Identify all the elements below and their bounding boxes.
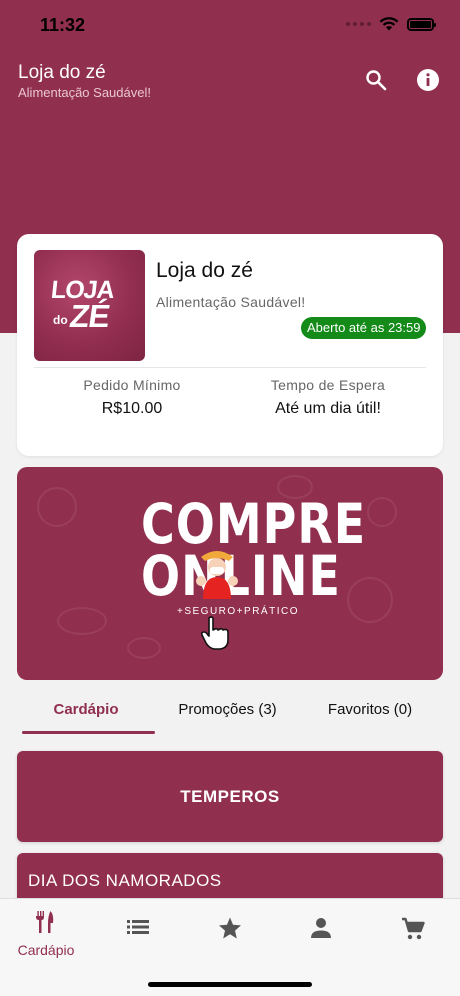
nav-cardapio-label: Cardápio: [17, 942, 75, 958]
category-card-temperos[interactable]: TEMPEROS: [17, 751, 443, 842]
nav-favorites[interactable]: [200, 917, 260, 944]
doodle-decoration: [347, 577, 393, 623]
wait-time-label: Tempo de Espera: [270, 377, 386, 393]
app-header: Loja do zé Alimentação Saudável!: [18, 62, 151, 100]
min-order-stat: Pedido Mínimo R$10.00: [42, 377, 222, 418]
wait-time-stat: Tempo de Espera Até um dia útil!: [238, 377, 418, 418]
tab-promocoes[interactable]: Promoções (3): [155, 685, 300, 733]
logo-text-ze: ZÉ: [67, 298, 112, 334]
store-logo: LOJA do ZÉ: [34, 250, 145, 361]
banner-tagline: +SEGURO+PRÁTICO: [177, 606, 299, 617]
min-order-value: R$10.00: [101, 400, 163, 417]
status-time: 11:32: [40, 15, 86, 35]
utensils-icon: [36, 911, 54, 933]
nav-cardapio[interactable]: Cardápio: [16, 911, 76, 958]
store-tagline: Alimentação Saudável!: [156, 294, 306, 310]
logo-text-do: do: [53, 313, 68, 327]
doodle-decoration: [127, 637, 161, 659]
open-status-badge: Aberto até as 23:59: [301, 317, 427, 339]
min-order-label: Pedido Mínimo: [83, 377, 181, 393]
search-icon: [366, 70, 387, 91]
tab-favoritos[interactable]: Favoritos (0): [300, 685, 440, 733]
info-button[interactable]: [414, 66, 442, 94]
doodle-decoration: [37, 487, 77, 527]
doodle-decoration: [367, 497, 397, 527]
tab-cardapio[interactable]: Cardápio: [17, 685, 155, 733]
page-subtitle: Alimentação Saudável!: [18, 85, 151, 100]
wifi-icon: [379, 17, 399, 31]
list-icon: [127, 920, 149, 934]
home-indicator: [148, 982, 312, 987]
wait-time-value: Até um dia útil!: [275, 400, 381, 417]
nav-cart[interactable]: [383, 917, 443, 946]
search-button[interactable]: [362, 66, 390, 94]
active-tab-indicator: [22, 731, 155, 734]
promo-banner[interactable]: COMPRE ONLINE +SEGURO+PRÁTICO: [17, 467, 443, 680]
person-icon: [311, 918, 331, 938]
store-info-card: LOJA do ZÉ Loja do zé Alimentação Saudáv…: [17, 234, 443, 456]
mascot-icon: [196, 551, 238, 599]
star-icon: [219, 917, 241, 939]
signal-icon: [346, 22, 371, 26]
battery-icon: [407, 17, 436, 31]
store-name: Loja do zé: [156, 259, 253, 282]
menu-tabs: Cardápio Promoções (3) Favoritos (0): [0, 685, 460, 737]
hand-pointer-icon: [200, 616, 229, 650]
divider: [34, 367, 426, 368]
status-icons: [346, 17, 436, 31]
cart-icon: [402, 917, 425, 940]
status-bar: 11:32: [0, 0, 460, 50]
nav-profile[interactable]: [291, 917, 351, 944]
nav-list[interactable]: [108, 919, 168, 940]
info-icon: [417, 69, 439, 91]
doodle-decoration: [57, 607, 107, 635]
page-title: Loja do zé: [18, 62, 106, 83]
